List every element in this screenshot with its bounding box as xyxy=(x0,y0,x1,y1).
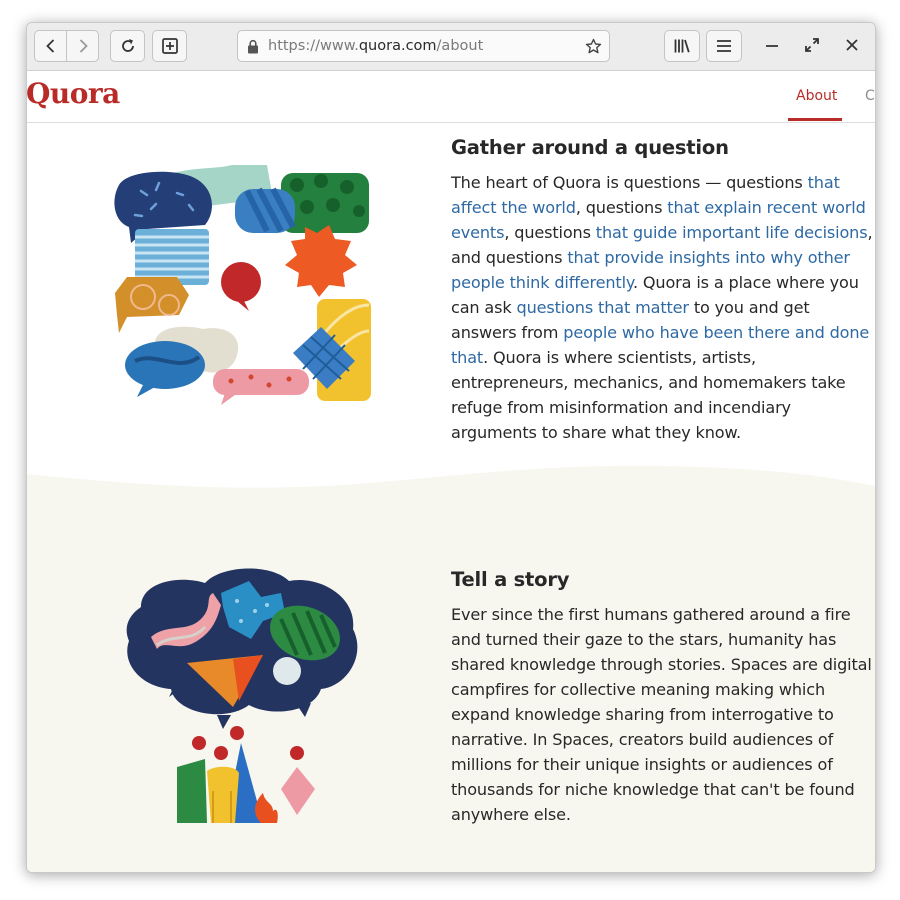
paragraph-text: , questions xyxy=(575,198,668,217)
quora-logo[interactable]: Quora xyxy=(27,77,120,110)
reload-button[interactable] xyxy=(110,30,145,62)
speech-bubbles-illustration xyxy=(114,165,371,405)
maximize-icon[interactable] xyxy=(804,37,820,53)
browser-window: https://www.quora.com/about Quora About … xyxy=(26,22,876,873)
nav-tab-next[interactable]: C xyxy=(865,88,875,104)
nav-active-underline xyxy=(788,118,842,121)
section-paragraph-story: Ever since the first humans gathered aro… xyxy=(451,602,875,827)
url-text[interactable]: https://www.quora.com/about xyxy=(268,38,483,54)
new-tab-icon xyxy=(161,38,178,54)
inline-link[interactable]: that guide important life decisions xyxy=(596,223,868,242)
minimize-icon[interactable] xyxy=(764,37,780,53)
lock-icon xyxy=(248,39,258,54)
storytelling-illustration xyxy=(126,568,358,823)
new-tab-button[interactable] xyxy=(152,30,187,62)
blue-swirl-bubble xyxy=(125,341,205,389)
back-button[interactable] xyxy=(34,30,67,62)
url-prefix: https://www. xyxy=(268,38,359,54)
library-button[interactable] xyxy=(664,30,700,62)
close-icon[interactable] xyxy=(844,37,860,53)
section-paragraph-gather: The heart of Quora is questions — questi… xyxy=(451,170,875,445)
green-figure xyxy=(177,759,207,823)
forward-icon xyxy=(79,39,88,53)
paragraph-text: , questions xyxy=(504,223,596,242)
red-ball xyxy=(221,262,261,302)
reload-icon xyxy=(121,39,134,52)
orange-spiky-bubble xyxy=(285,225,357,297)
nav-tab-about[interactable]: About xyxy=(796,88,837,104)
forward-button[interactable] xyxy=(66,30,99,62)
yellow-figure xyxy=(207,766,239,823)
library-icon xyxy=(674,39,690,53)
page-viewport: Quora About C Gather around a question T… xyxy=(27,71,875,872)
url-bar[interactable]: https://www.quora.com/about xyxy=(237,30,610,62)
pink-diamond-figure xyxy=(281,767,315,815)
section-title-story: Tell a story xyxy=(451,568,570,591)
browser-toolbar: https://www.quora.com/about xyxy=(27,23,875,71)
url-path: /about xyxy=(436,38,484,54)
url-host: quora.com xyxy=(358,38,437,54)
inline-link[interactable]: questions that matter xyxy=(517,298,690,317)
paragraph-text: The heart of Quora is questions — questi… xyxy=(451,173,808,192)
menu-icon xyxy=(717,40,731,52)
campfire-flame xyxy=(255,793,278,823)
paragraph-text: . Quora is where scientists, artists, en… xyxy=(451,348,846,442)
section-title-gather: Gather around a question xyxy=(451,136,729,159)
pink-dotted-bubble xyxy=(213,369,309,395)
back-icon xyxy=(45,39,54,53)
bookmark-star-icon[interactable] xyxy=(585,38,602,55)
paragraph-text: Ever since the first humans gathered aro… xyxy=(451,605,872,824)
pale-moon xyxy=(273,657,301,685)
menu-button[interactable] xyxy=(706,30,742,62)
site-header: Quora About C xyxy=(27,71,875,123)
